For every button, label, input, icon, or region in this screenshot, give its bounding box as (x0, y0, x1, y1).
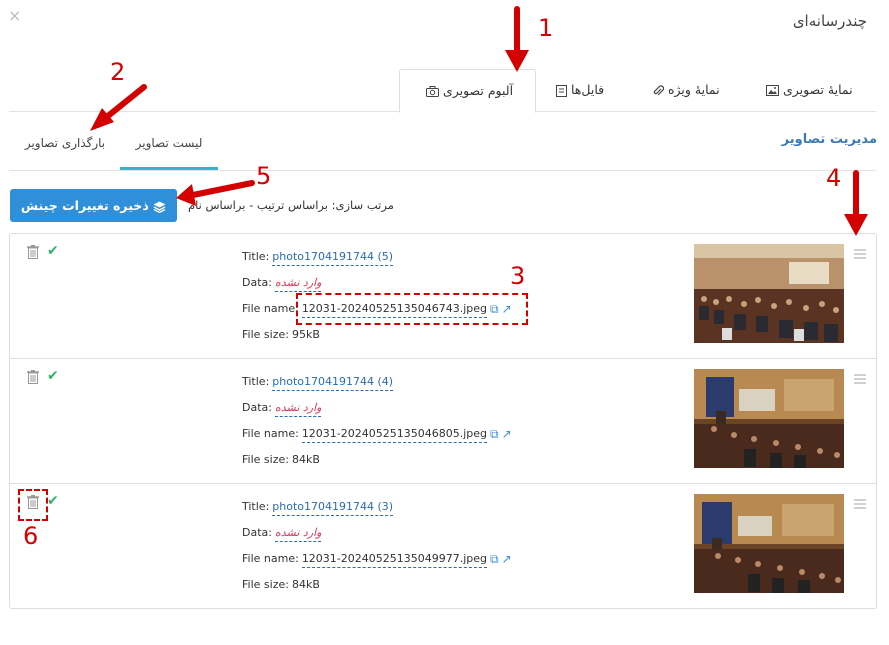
annotation-arrows (90, 6, 868, 236)
annotation-label-6: 6 (23, 522, 39, 550)
annotation-label-3: 3 (510, 262, 526, 290)
annotation-label-4: 4 (826, 164, 842, 192)
annotation-label-1: 1 (538, 14, 554, 42)
annotation-label-2: 2 (110, 58, 126, 86)
annotation-label-5: 5 (256, 162, 272, 190)
